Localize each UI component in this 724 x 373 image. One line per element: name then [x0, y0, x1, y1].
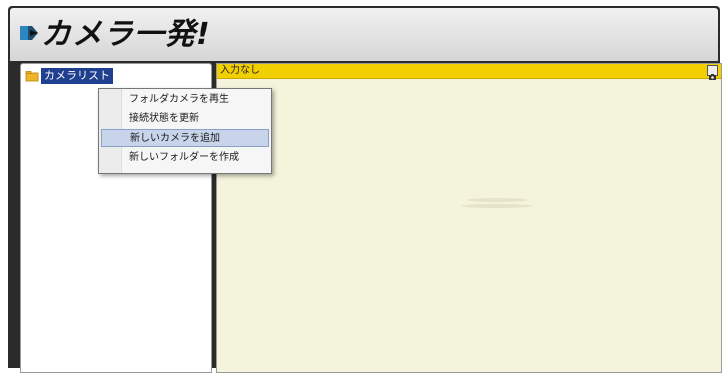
camera-icon[interactable] [707, 65, 718, 80]
menu-item-play-folder-camera[interactable]: フォルダカメラを再生 [101, 91, 269, 109]
menu-item-create-folder[interactable]: 新しいフォルダーを作成 [101, 149, 269, 167]
camera-view-panel[interactable]: 入力なし [216, 63, 722, 373]
app-window: カメラ一発! カメラリスト 入力なし フォルダカメラを再生 接続状態を更新 新し… [8, 6, 722, 373]
tree-item-camera-list[interactable]: カメラリスト [25, 68, 113, 84]
input-status-label: 入力なし [220, 65, 260, 76]
tree-item-label[interactable]: カメラリスト [41, 68, 113, 84]
menu-item-refresh-connection[interactable]: 接続状態を更新 [101, 110, 269, 128]
menu-item-add-camera[interactable]: 新しいカメラを追加 [101, 129, 269, 147]
context-menu: フォルダカメラを再生 接続状態を更新 新しいカメラを追加 新しいフォルダーを作成 [98, 88, 272, 174]
title-bar: カメラ一発! [10, 8, 718, 61]
camera-logo-icon [20, 26, 38, 40]
no-signal-icon [461, 198, 533, 208]
folder-icon [25, 71, 39, 82]
app-title: カメラ一発! [41, 17, 211, 52]
input-status-bar: 入力なし [217, 64, 721, 80]
